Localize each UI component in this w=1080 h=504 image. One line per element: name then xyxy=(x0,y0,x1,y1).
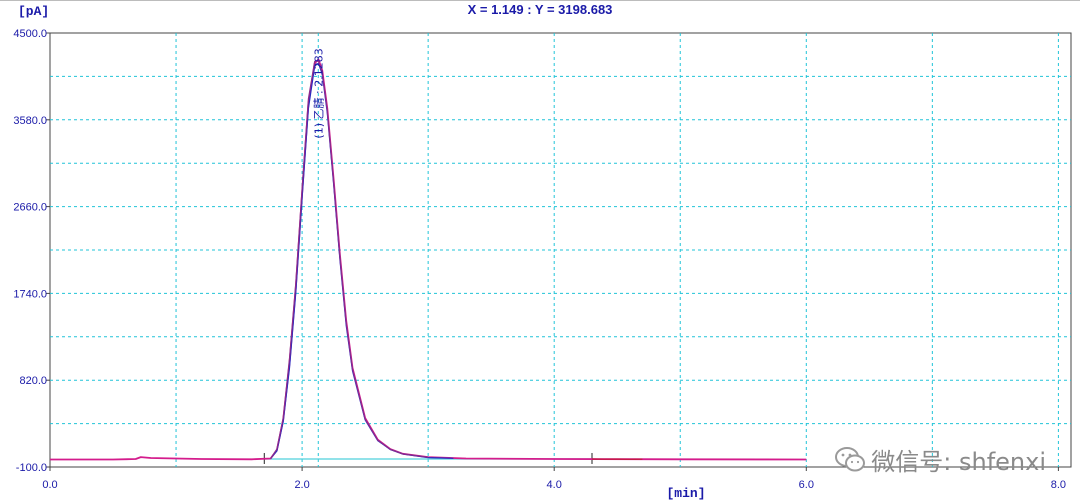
y-tick-label: 3580.0 xyxy=(13,115,47,127)
y-tick-label: 4500.0 xyxy=(13,28,47,40)
watermark: 微信号: shfenxi xyxy=(835,442,1046,477)
y-tick-label: -100.0 xyxy=(16,462,47,474)
x-tick-label: 2.0 xyxy=(294,479,309,491)
chromatogram-chart[interactable]: -100.0 820.0 1740.0 2660.0 3580.0 4500.0 0.0 2.… xyxy=(0,0,1080,504)
x-axis-label: [min] xyxy=(666,486,705,501)
series-trace xyxy=(270,62,454,459)
x-tick-label: 8.0 xyxy=(1051,479,1066,491)
peak-label: (1) 乙腈 : 2.1283 xyxy=(312,48,325,138)
x-tick-label: 0.0 xyxy=(42,479,57,491)
y-tick-label: 2660.0 xyxy=(13,202,47,214)
y-tick-label: 1740.0 xyxy=(13,288,47,300)
y-axis-label: [pA] xyxy=(18,4,49,19)
watermark-text: 微信号: shfenxi xyxy=(871,448,1046,476)
wechat-icon xyxy=(835,446,866,471)
x-tick-label: 6.0 xyxy=(799,479,814,491)
series-trace xyxy=(270,60,429,459)
x-tick-label: 4.0 xyxy=(547,479,562,491)
y-tick-label: 820.0 xyxy=(19,375,47,387)
